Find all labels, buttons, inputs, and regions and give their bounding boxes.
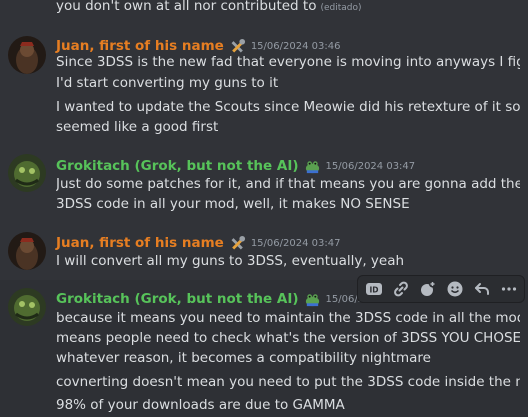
avatar-grok[interactable] <box>8 288 46 326</box>
avatar-image <box>8 36 46 74</box>
avatar-juan[interactable] <box>8 232 46 270</box>
message-line: Just do some patches for it, and if that… <box>56 176 520 192</box>
message-line: 98% of your downloads are due to GAMMA <box>56 397 345 413</box>
author-name[interactable]: Juan, first of his name <box>56 235 224 251</box>
add-reaction-icon[interactable] <box>417 278 439 300</box>
avatar-image <box>8 232 46 270</box>
id-icon[interactable]: ID <box>363 278 385 300</box>
message-line: 3DSS code in all your mod, well, it make… <box>56 196 410 212</box>
edited-tag: (editado) <box>320 3 362 13</box>
link-icon[interactable] <box>390 278 412 300</box>
timestamp[interactable]: 15/06/2024 03:47 <box>326 161 416 172</box>
avatar-image <box>8 154 46 192</box>
frog-badge-icon <box>305 160 319 173</box>
more-icon[interactable] <box>498 278 520 300</box>
message-header: Grokitach (Grok, but not the AI) 15/06/2… <box>56 156 415 176</box>
message-action-toolbar: ID <box>357 275 525 303</box>
tools-badge-icon <box>231 235 245 250</box>
message-line: I wanted to update the Scouts since Meow… <box>56 99 520 115</box>
message-header: Juan, first of his name 15/06/2024 03:47 <box>56 233 340 253</box>
avatar-image <box>8 288 46 326</box>
message-line: you don't own at all nor contributed to(… <box>56 0 362 14</box>
message-line: whatever reason, it becomes a compatibil… <box>56 350 431 366</box>
author-name[interactable]: Grokitach (Grok, but not the AI) <box>56 158 299 174</box>
reply-icon[interactable] <box>471 278 493 300</box>
message-line: because it means you need to maintain th… <box>56 310 520 326</box>
svg-text:ID: ID <box>369 286 378 295</box>
frog-badge-icon <box>305 293 319 306</box>
message-line: I will convert all my guns to 3DSS, even… <box>56 253 405 269</box>
message-line: means people need to check what's the ve… <box>56 330 520 346</box>
message-line: I'd start converting my guns to it <box>56 75 279 91</box>
emoji-icon[interactable] <box>444 278 466 300</box>
author-name[interactable]: Grokitach (Grok, but not the AI) <box>56 291 299 307</box>
timestamp[interactable]: 15/06/2024 03:47 <box>251 238 341 249</box>
avatar-grok[interactable] <box>8 154 46 192</box>
message-line: seemed like a good first <box>56 119 219 135</box>
avatar-juan[interactable] <box>8 36 46 74</box>
message-line: covnerting doesn't mean you need to put … <box>56 374 520 390</box>
message-line: Since 3DSS is the new fad that everyone … <box>56 54 520 70</box>
timestamp[interactable]: 15/06/2024 03:46 <box>251 41 341 52</box>
